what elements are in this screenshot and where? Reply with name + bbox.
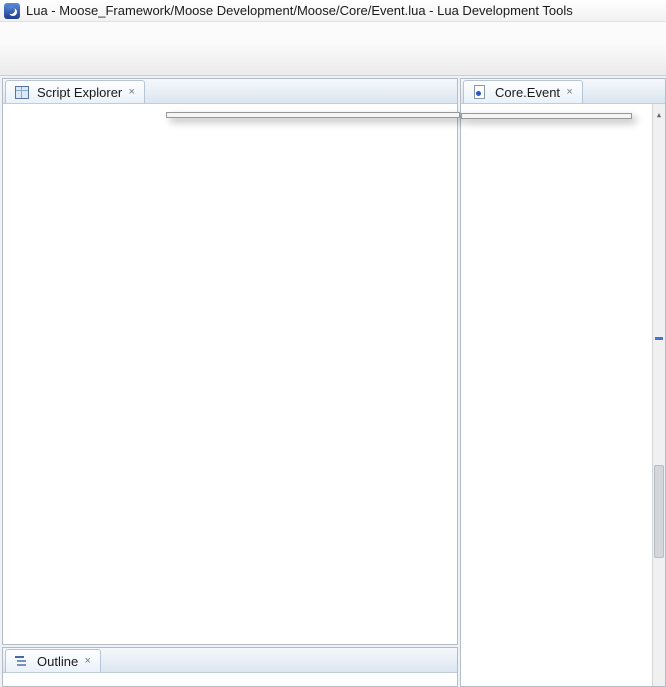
script-explorer-panel: Script Explorer <box>2 78 458 645</box>
outline-icon <box>13 653 29 669</box>
tab-outline-label: Outline <box>37 654 78 669</box>
tab-outline[interactable]: Outline <box>5 649 101 672</box>
code-editor[interactable] <box>461 104 665 686</box>
project-tree <box>3 104 457 644</box>
window-title: Lua - Moose_Framework/Moose Development/… <box>26 3 573 18</box>
script-explorer-toolbar <box>453 100 457 103</box>
close-icon[interactable] <box>564 86 575 98</box>
editor-scrollbar[interactable] <box>652 104 665 686</box>
editor-tabbar: Core.Event <box>461 79 665 104</box>
new-submenu <box>461 113 632 119</box>
lua-file-icon <box>471 84 487 100</box>
close-icon[interactable] <box>82 655 93 667</box>
tab-core-event[interactable]: Core.Event <box>463 80 583 103</box>
outline-tabbar: Outline <box>3 648 457 673</box>
tab-script-explorer[interactable]: Script Explorer <box>5 80 145 103</box>
script-explorer-tabbar: Script Explorer <box>3 79 457 104</box>
close-icon[interactable] <box>126 86 137 98</box>
scroll-up-icon[interactable] <box>653 104 665 117</box>
tab-script-explorer-label: Script Explorer <box>37 85 122 100</box>
context-menu <box>166 112 460 118</box>
outline-panel: Outline <box>2 647 458 687</box>
scrollbar-thumb[interactable] <box>654 465 664 558</box>
outline-body <box>3 673 457 686</box>
app-icon <box>4 3 20 19</box>
editor-toolbar <box>661 100 665 103</box>
menubar <box>0 22 666 44</box>
tab-core-event-label: Core.Event <box>495 85 560 100</box>
titlebar[interactable]: Lua - Moose_Framework/Moose Development/… <box>0 0 666 22</box>
main-toolbar <box>0 44 666 76</box>
script-explorer-icon <box>13 84 29 100</box>
annotation-mark <box>655 337 663 340</box>
editor-panel: Core.Event <box>460 78 666 687</box>
